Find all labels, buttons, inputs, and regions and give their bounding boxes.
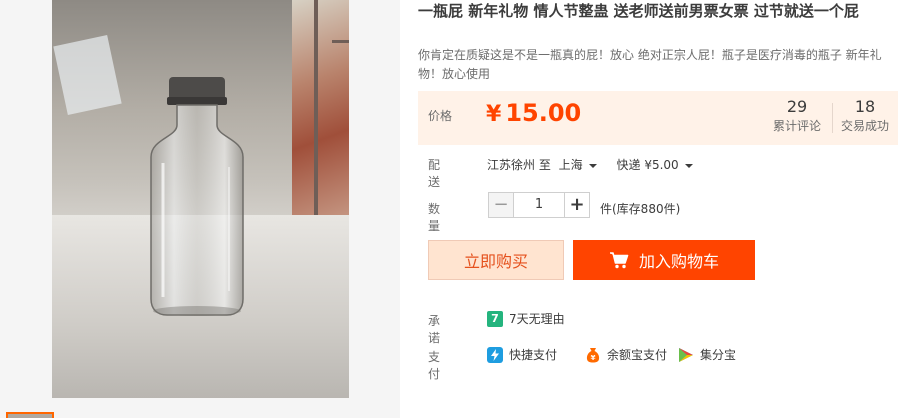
product-title: 一瓶屁 新年礼物 情人节整蛊 送老师送前男票女票 过节就送一个屁 (418, 2, 859, 20)
shipping-select[interactable]: 快递 ¥5.00 (617, 158, 693, 172)
background-window (292, 0, 349, 230)
delivery-destination-select[interactable]: 上海 (559, 158, 597, 172)
delivery-route: 江苏徐州 至 上海 快递 ¥5.00 (487, 156, 693, 173)
svg-text:¥: ¥ (591, 354, 596, 362)
product-gallery (0, 0, 400, 418)
product-info: 一瓶屁 新年礼物 情人节整蛊 送老师送前男票女票 过节就送一个屁 你肯定在质疑这… (418, 0, 906, 418)
seven-day-return[interactable]: 7 7天无理由 (487, 310, 565, 327)
add-to-cart-label: 加入购物车 (638, 252, 719, 271)
product-main-image[interactable] (52, 0, 349, 398)
add-to-cart-button[interactable]: 加入购物车 (573, 240, 755, 280)
payment-method-jifenbao[interactable]: 集分宝 (678, 346, 736, 363)
quantity-input[interactable]: 1 (514, 192, 564, 218)
shopping-cart-icon (609, 251, 629, 269)
sales-count: 18 (854, 97, 876, 116)
sales-label: 交易成功 (840, 119, 889, 133)
glass-bottle-image (150, 77, 244, 316)
price-amount: 15.00 (505, 99, 582, 127)
quantity-label: 数量 (428, 202, 441, 233)
payment-label: 支付 (428, 350, 441, 381)
reviews-stat[interactable]: 29 累计评论 (766, 97, 828, 135)
currency-symbol: ¥ (486, 102, 502, 127)
chevron-down-icon (684, 163, 693, 168)
payment-method-yuebao[interactable]: ¥ 余额宝支付 (585, 346, 667, 363)
background-paper (53, 35, 122, 115)
thumbnail-item[interactable] (6, 412, 54, 418)
sales-stat: 18 交易成功 (834, 97, 896, 135)
reviews-count: 29 (786, 97, 808, 116)
yuebao-icon: ¥ (585, 347, 601, 363)
quantity-decrease-button[interactable]: − (488, 192, 514, 218)
product-page: 一瓶屁 新年礼物 情人节整蛊 送老师送前男票女票 过节就送一个屁 你肯定在质疑这… (0, 0, 906, 418)
buy-now-button[interactable]: 立即购买 (428, 240, 564, 280)
quantity-stepper: − 1 + (488, 192, 590, 218)
seven-day-text: 7天无理由 (509, 312, 565, 326)
reviews-label: 累计评论 (772, 119, 821, 133)
chevron-down-icon (588, 163, 597, 168)
price-panel: 价格 ¥15.00 29 累计评论 18 交易成功 (418, 91, 898, 145)
promise-label: 承诺 (428, 314, 441, 345)
stock-info: 件(库存880件) (600, 202, 681, 216)
delivery-origin: 江苏徐州 至 (487, 158, 551, 172)
delivery-label: 配送 (428, 158, 441, 189)
stat-divider (832, 103, 833, 133)
quantity-increase-button[interactable]: + (564, 192, 590, 218)
jifenbao-icon (678, 347, 694, 363)
quick-pay-icon (487, 346, 503, 363)
seven-day-icon: 7 (487, 310, 503, 327)
product-subtitle: 你肯定在质疑这是不是一瓶真的屁！放心 绝对正宗人屁！瓶子是医疗消毒的瓶子 新年礼… (418, 48, 882, 81)
price-label: 价格 (428, 109, 453, 123)
price-value: ¥15.00 (486, 96, 581, 132)
payment-method-quick-pay[interactable]: 快捷支付 (487, 346, 557, 363)
